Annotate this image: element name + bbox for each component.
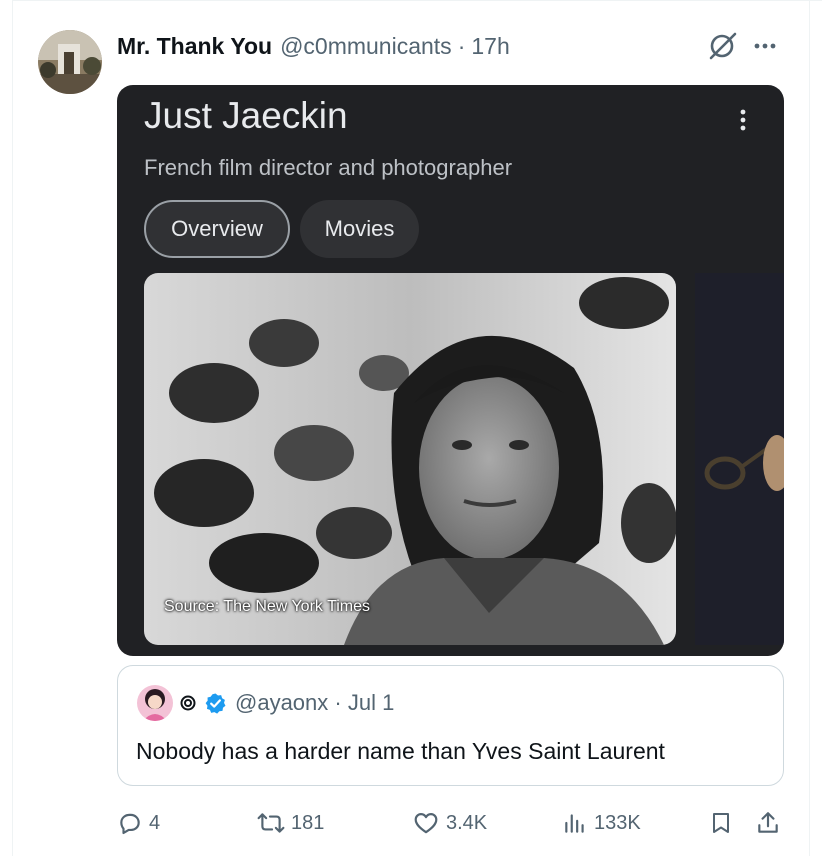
author-handle[interactable]: @c0mmunicants: [280, 33, 452, 60]
separator: ·: [457, 32, 466, 59]
second-photo: [695, 273, 784, 645]
right-border: [809, 0, 810, 856]
author-name[interactable]: Mr. Thank You: [117, 33, 272, 60]
left-border: [12, 0, 13, 856]
repost-count: 181: [291, 811, 325, 834]
tweet-header: Mr. Thank You @c0mmunicants · 17h: [117, 31, 510, 61]
views-icon: [565, 814, 584, 833]
reply-button[interactable]: 4: [117, 806, 160, 840]
like-button[interactable]: 3.4K: [412, 806, 487, 840]
share-button[interactable]: [755, 806, 787, 840]
reply-count: 4: [149, 811, 161, 834]
reply-icon: [120, 813, 140, 835]
attached-image-card[interactable]: Just Jaeckin French film director and ph…: [117, 85, 784, 656]
author-avatar[interactable]: [38, 30, 102, 94]
grok-icon[interactable]: [706, 31, 740, 61]
action-bar: 4 181 3.4K 133K: [117, 806, 787, 840]
bookmark-button[interactable]: [709, 806, 739, 840]
card-subtitle: French film director and photographer: [144, 155, 513, 180]
quoted-text: Nobody has a harder name than Yves Saint…: [136, 738, 665, 764]
more-icon[interactable]: [748, 35, 782, 57]
verified-icon: [204, 692, 227, 715]
repost-icon: [257, 813, 285, 833]
quoted-tweet[interactable]: @ayaonx · Jul 1 Nobody has a harder name…: [117, 665, 784, 786]
repost-button[interactable]: 181: [257, 806, 324, 840]
tweet-time[interactable]: 17h: [471, 33, 509, 60]
top-divider: [12, 0, 822, 1]
kebab-icon: [733, 105, 753, 135]
quoted-meta: @ayaonx · Jul 1: [235, 690, 394, 716]
tab-movies: Movies: [300, 200, 419, 258]
card-title: Just Jaeckin: [144, 95, 348, 136]
image-source-caption: Source: The New York Times: [164, 598, 371, 615]
tab-overview: Overview: [144, 200, 290, 258]
separator: ·: [334, 690, 342, 715]
like-icon: [414, 813, 438, 834]
quoted-date[interactable]: Jul 1: [348, 690, 394, 715]
quoted-avatar[interactable]: [137, 685, 173, 721]
spiral-icon: [180, 695, 196, 711]
views-button[interactable]: 133K: [562, 806, 641, 840]
bookmark-icon: [713, 813, 729, 833]
like-count: 3.4K: [446, 811, 488, 834]
quoted-handle[interactable]: @ayaonx: [235, 690, 328, 715]
portrait-photo: [144, 273, 676, 645]
share-icon: [758, 812, 778, 833]
views-count: 133K: [594, 811, 641, 834]
